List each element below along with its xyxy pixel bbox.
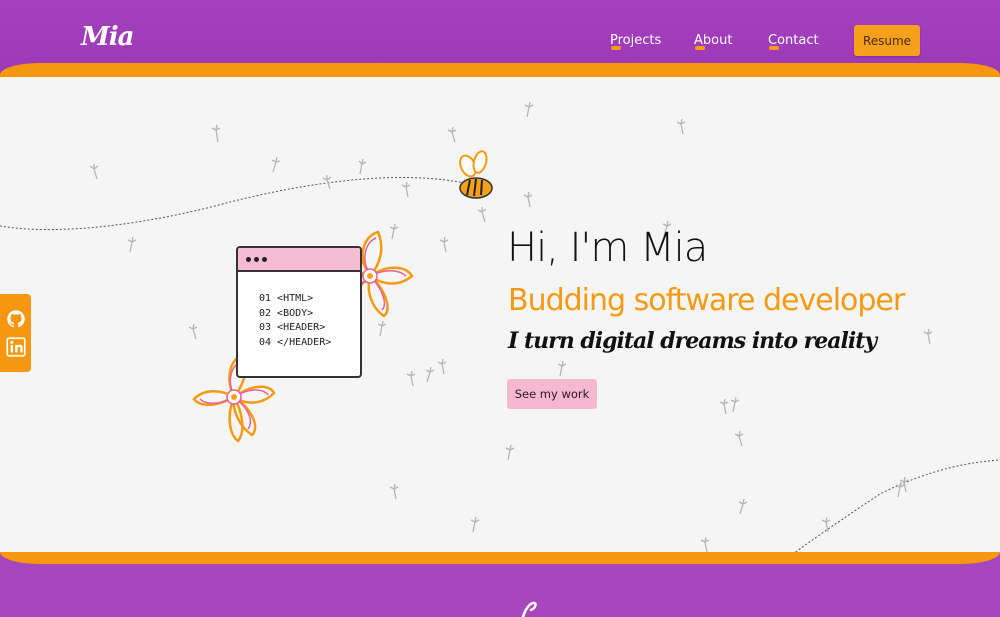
code-lines: 01 <HTML> 02 <BODY> 03 <HEADER> 04 </HEA… [238,272,360,350]
dandelion-seeds-decoration [89,101,933,552]
nav-label: Contact [768,33,819,48]
nav-label: Projects [610,33,662,48]
code-window-illustration: 01 <HTML> 02 <BODY> 03 <HEADER> 04 </HEA… [236,246,362,378]
code-window-titlebar [238,248,360,272]
nav-link-contact[interactable]: Contact [768,33,819,50]
code-line: 04 </HEADER> [259,336,332,348]
hero-tagline: I turn digital dreams into reality [508,328,877,354]
linkedin-icon[interactable] [5,337,26,357]
hero-greeting: Hi, I'm Mia [507,225,708,271]
window-dot-icon [246,256,251,262]
footer-logo-mark [521,601,537,617]
github-icon[interactable] [6,309,26,329]
site-logo[interactable]: Mia [81,22,135,52]
window-dot-icon [254,256,259,262]
see-my-work-button[interactable]: See my work [507,379,597,409]
code-line: 03 <HEADER> [259,322,326,333]
dashed-flight-path [0,176,471,231]
social-sidebar [0,294,31,372]
window-dot-icon [262,256,267,262]
nav-link-about[interactable]: About [694,33,733,50]
code-line: 01 <HTML> [259,293,314,304]
nav-link-projects[interactable]: Projects [610,33,662,50]
code-line: 02 <BODY> [259,307,314,319]
hero-role: Budding software developer [508,283,905,318]
resume-button[interactable]: Resume [854,25,920,56]
nav-label: About [694,33,733,48]
bee-illustration [459,150,493,199]
dashed-flight-path [794,459,1000,552]
